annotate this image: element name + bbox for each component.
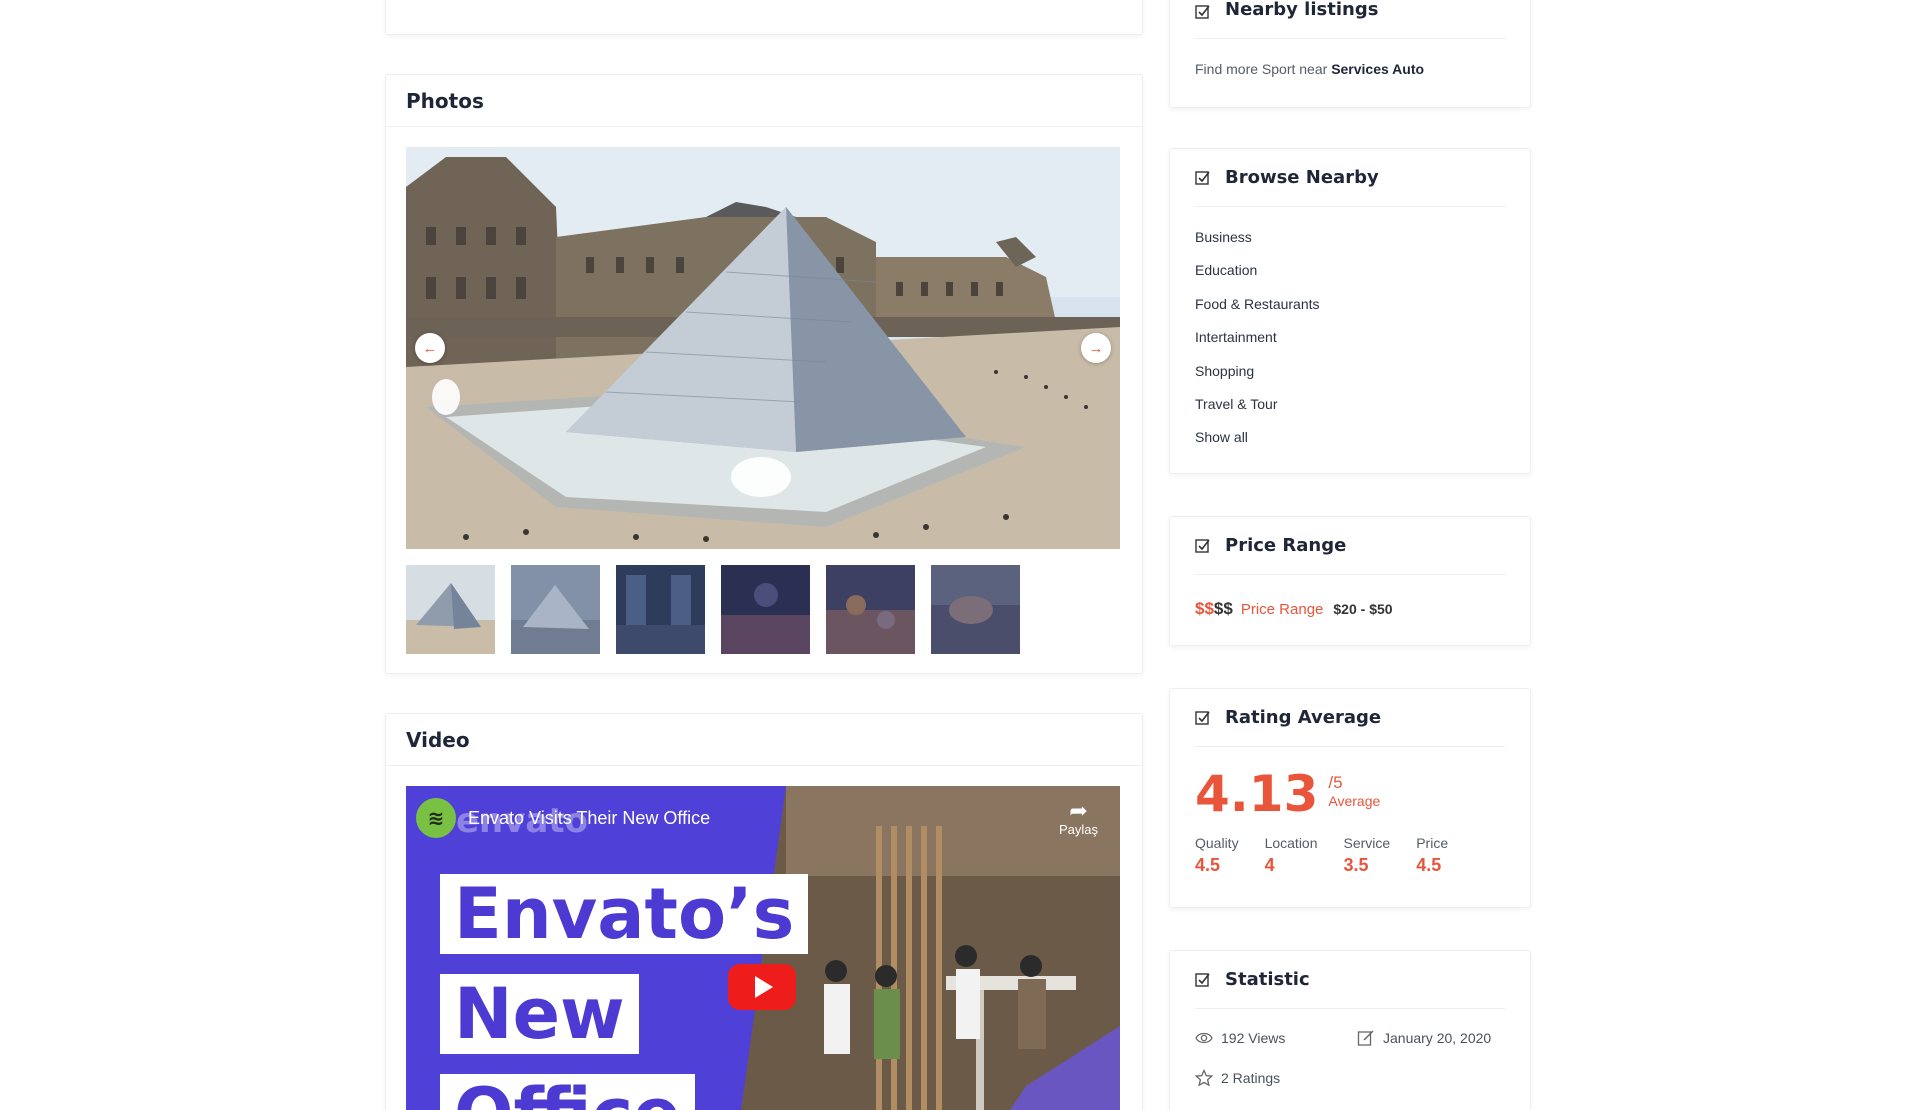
rating-average-value: 4.13 [1195,765,1319,823]
rating-item-label: Price [1416,835,1449,851]
rating-title: Rating Average [1225,707,1382,728]
rating-item-value: 4.5 [1416,855,1442,875]
thumbnail-5[interactable] [826,565,915,654]
youtube-play-icon[interactable] [728,964,796,1010]
photo-slider[interactable]: ← → [406,147,1120,549]
browse-item-business[interactable]: Business [1195,225,1505,258]
rating-item-value: 4.5 [1195,855,1221,875]
slider-prev-button[interactable]: ← [415,333,445,363]
nearby-title: Nearby listings [1225,0,1379,20]
thumbnail-4[interactable] [721,565,810,654]
rating-breakdown: Quality 4.5 Location 4 Service 3.5 Price… [1195,835,1505,876]
browse-item-travel-tour[interactable]: Travel & Tour [1195,392,1505,425]
price-dollars-active: $$ [1195,599,1214,618]
share-button[interactable]: ➦ Paylaş [1058,798,1098,838]
rating-header: Rating Average [1195,689,1505,747]
nearby-place-link[interactable]: Services Auto [1331,61,1424,77]
rating-item-value: 3.5 [1343,855,1369,875]
price-row: $$ $$ Price Range $20 - $50 [1195,599,1505,619]
thumbnail-3[interactable] [616,565,705,654]
price-label: Price Range [1240,601,1324,618]
rating-item-service: Service 3.5 [1344,835,1391,876]
rating-item-quality: Quality 4.5 [1195,835,1239,876]
share-label: Paylaş [1058,822,1098,837]
stat-date: January 20, 2020 [1357,1029,1505,1047]
stat-date-text: January 20, 2020 [1383,1030,1492,1046]
video-player[interactable]: envato ≋ Envato Visits Their New Office … [406,786,1120,1110]
checkbox-icon [1195,710,1210,725]
thumbnail-6[interactable] [931,565,1020,654]
stat-ratings: 2 Ratings [1195,1069,1357,1087]
rating-item-label: Service [1343,835,1391,851]
arrow-right-icon: → [1088,339,1104,357]
browse-show-all-link[interactable]: Show all [1195,425,1505,458]
eye-icon [1195,1032,1213,1044]
statistic-card: Statistic 192 Views January 20, 2020 2 R… [1169,950,1531,1110]
rating-item-label: Location [1264,835,1318,851]
price-range-card: Price Range $$ $$ Price Range $20 - $50 [1169,516,1531,646]
rating-summary: 4.13 /5 Average [1195,767,1505,821]
browse-nearby-card: Browse Nearby Business Education Food & … [1169,148,1531,474]
checkbox-icon [1195,170,1210,185]
star-icon [1195,1069,1213,1087]
video-overlay-word-3: Office [440,1074,695,1110]
nearby-listings-card: Nearby listings Find more Sport near Ser… [1169,0,1531,108]
rating-scale: /5 Average [1328,773,1380,809]
rating-average-label: Average [1328,793,1381,809]
video-title: Video [386,714,1142,766]
slider-next-button[interactable]: → [1081,333,1111,363]
rating-average-card: Rating Average 4.13 /5 Average Quality 4… [1169,688,1531,908]
browse-title: Browse Nearby [1225,167,1379,188]
stat-views-text: 192 Views [1221,1030,1286,1046]
statistic-grid: 192 Views January 20, 2020 2 Ratings [1195,1029,1505,1087]
browse-item-shopping[interactable]: Shopping [1195,359,1505,392]
rating-item-label: Quality [1195,835,1239,851]
statistic-header: Statistic [1195,951,1505,1009]
browse-item-food-restaurants[interactable]: Food & Restaurants [1195,292,1505,325]
main-photo [406,147,1120,549]
arrow-left-icon: ← [422,339,438,357]
rating-item-location: Location 4 [1265,835,1318,876]
thumbnail-strip [406,565,1020,654]
price-dollars-inactive: $$ [1213,599,1233,618]
nearby-text: Find more Sport near Services Auto [1195,61,1505,77]
browse-list: Business Education Food & Restaurants In… [1195,225,1505,459]
price-title: Price Range [1225,535,1347,556]
rating-item-price: Price 4.5 [1416,835,1448,876]
checkbox-icon [1195,538,1210,553]
rating-out-of: /5 [1328,773,1343,792]
video-card: Video envato ≋ Envato Visits Their New O… [385,713,1143,1110]
browse-item-education[interactable]: Education [1195,258,1505,291]
stat-ratings-text: 2 Ratings [1221,1070,1281,1086]
nearby-header: Nearby listings [1195,0,1505,39]
nearby-text-prefix: Find more Sport near [1195,61,1328,77]
video-overlay-word-2: New [440,974,639,1054]
photos-card: Photos ← → [385,74,1143,674]
checkbox-icon [1195,5,1210,19]
video-player-title[interactable]: Envato Visits Their New Office [468,808,710,829]
stat-views: 192 Views [1195,1029,1357,1047]
browse-header: Browse Nearby [1195,149,1505,207]
thumbnail-2[interactable] [511,565,600,654]
envato-logo-icon[interactable]: ≋ [416,798,456,838]
browse-item-intertainment[interactable]: Intertainment [1195,325,1505,358]
checkbox-icon [1195,972,1210,987]
thumbnail-1[interactable] [406,565,495,654]
photos-title: Photos [386,75,1142,127]
price-value: $20 - $50 [1333,601,1393,617]
edit-icon [1357,1030,1374,1046]
video-overlay-word-1: Envato’s [440,874,809,954]
previous-section-card [385,0,1143,35]
rating-item-value: 4 [1264,855,1275,875]
price-header: Price Range [1195,517,1505,575]
statistic-title: Statistic [1225,969,1310,990]
share-icon: ➦ [1069,798,1088,823]
